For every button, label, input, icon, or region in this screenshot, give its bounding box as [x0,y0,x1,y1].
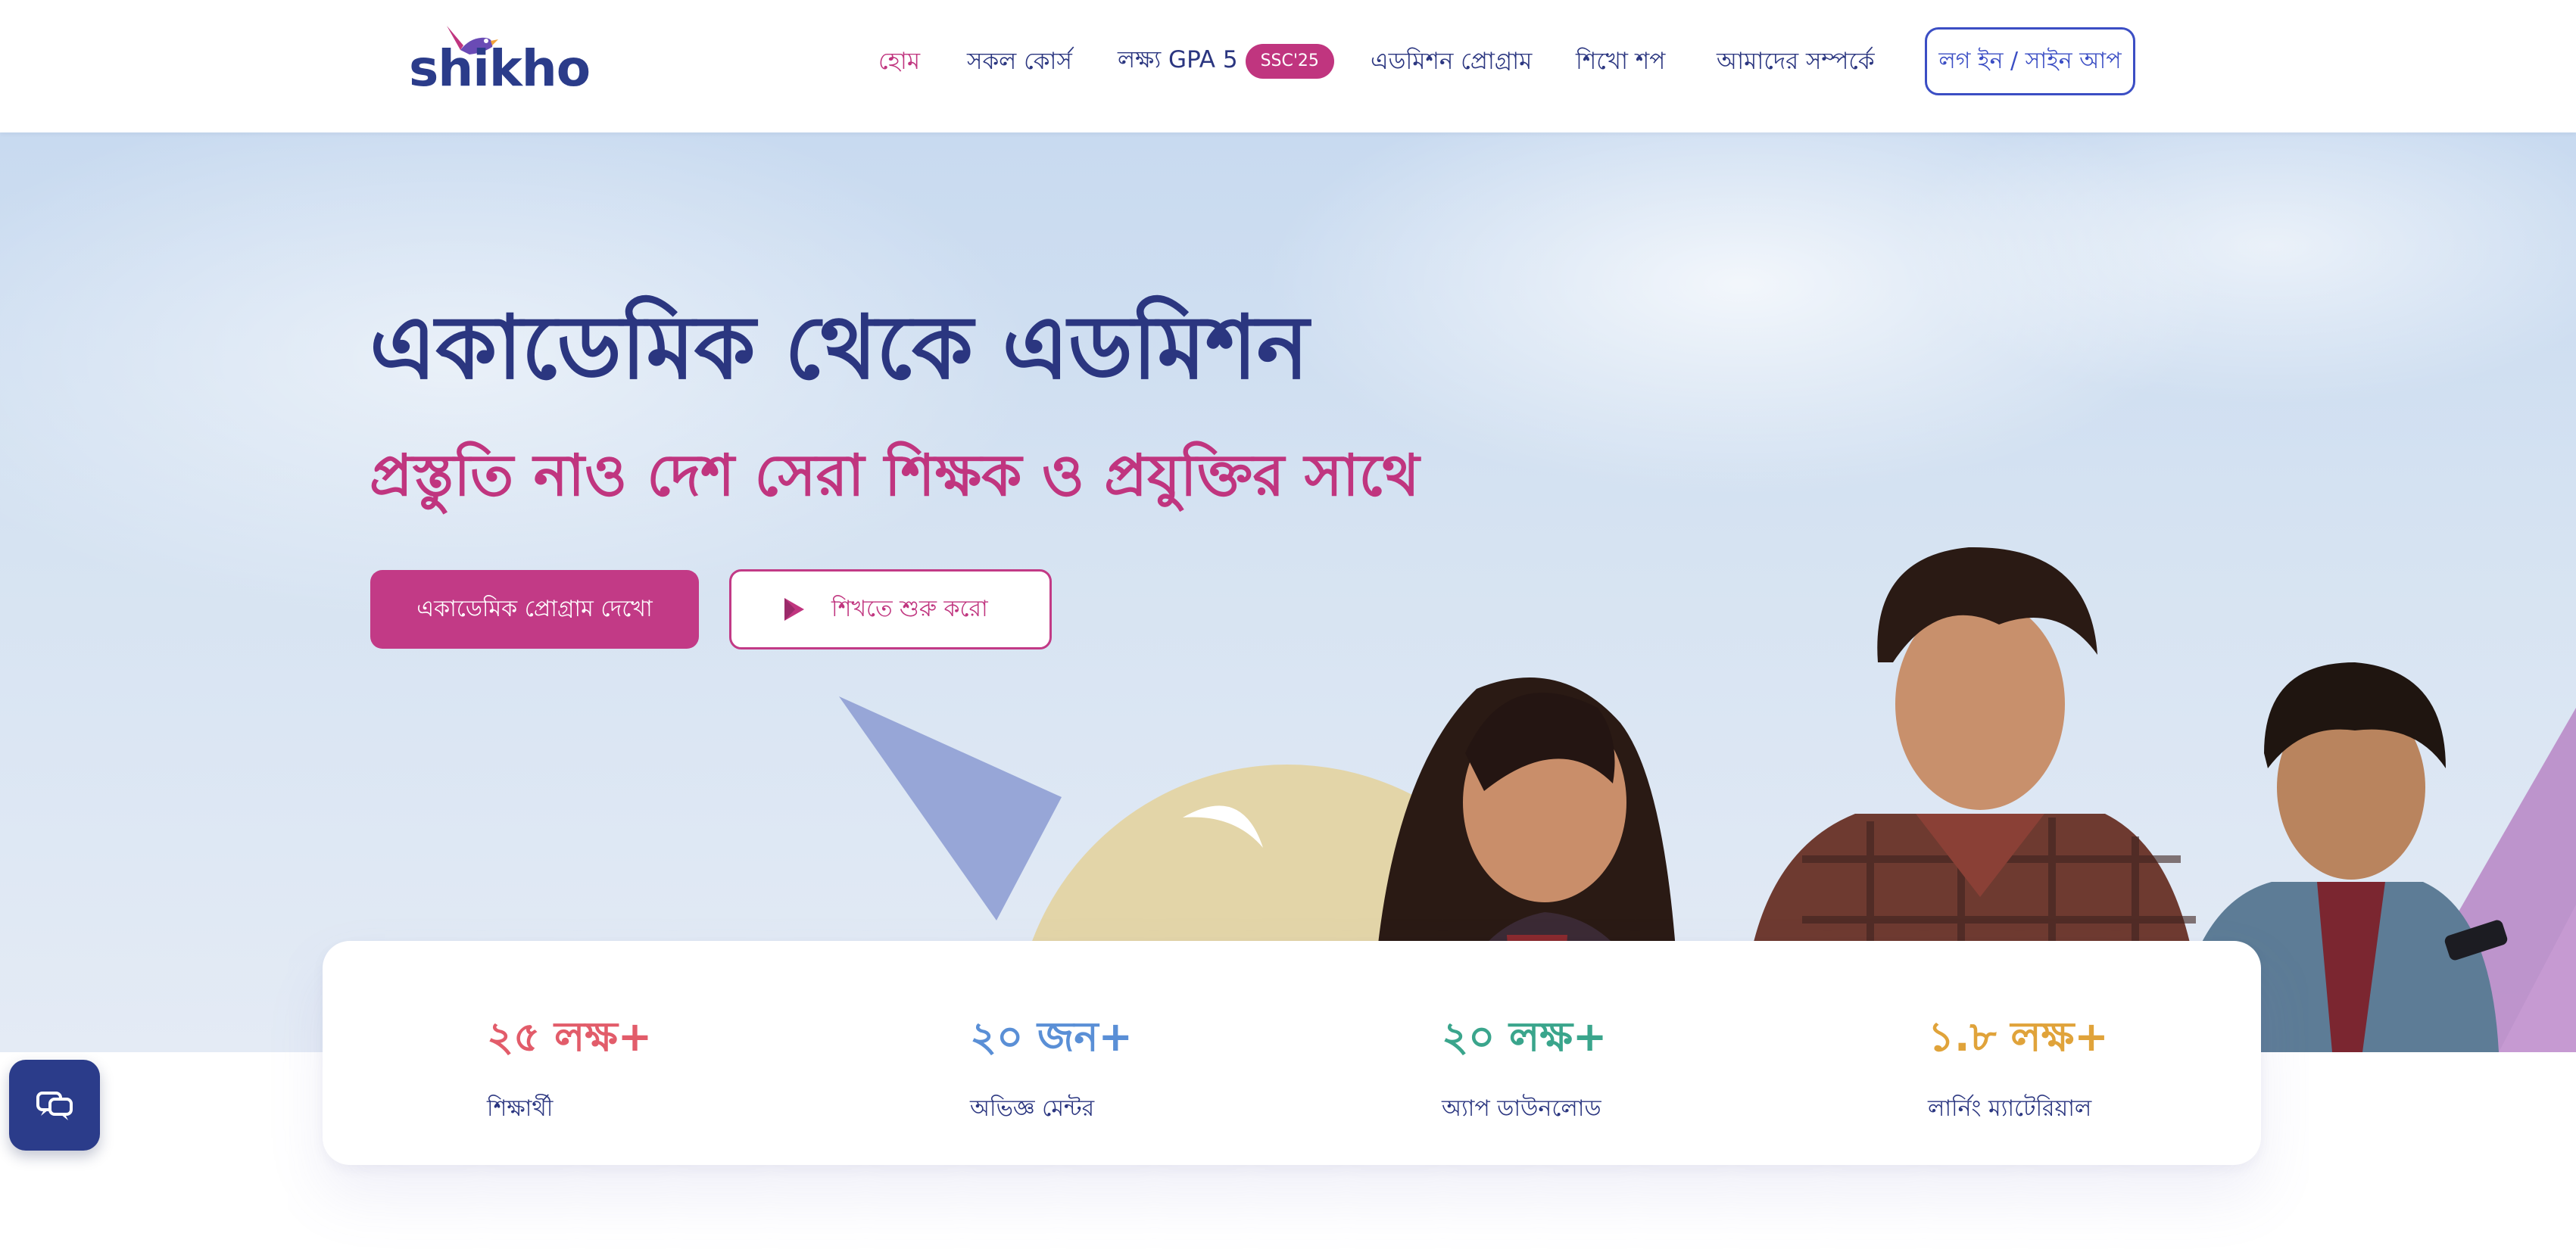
start-learning-label: শিখতে শুরু করো [831,595,988,622]
stat-app-downloads: ২০ লক্ষ+ অ্যাপ ডাউনলোড [1442,1005,1607,1129]
stat-value: ২০ লক্ষ+ [1442,1013,1608,1061]
stat-label: শিক্ষার্থী [487,1095,554,1122]
stat-label: লার্নিং ম্যাটেরিয়াল [1928,1095,2092,1122]
chat-icon [36,1092,73,1120]
stat-value: ২৫ লক্ষ+ [487,1013,653,1061]
stat-value: ২০ জন+ [970,1013,1133,1061]
nav-home[interactable]: হোম [878,42,920,80]
ssc-badge: SSC'25 [1245,44,1334,79]
chat-support-button[interactable] [9,1060,100,1151]
nav-admission-program[interactable]: এডমিশন প্রোগ্রাম [1371,42,1532,80]
nav-about-us[interactable]: আমাদের সম্পর্কে [1717,42,1875,80]
stat-students: ২৫ লক্ষ+ শিক্ষার্থী [487,1005,652,1129]
top-navbar: shikho হোম সকল কোর্স লক্ষ্য GPA 5 SSC'25… [0,0,2576,132]
start-learning-button[interactable]: শিখতে শুরু করো [729,569,1052,649]
logo-wordmark: shikho [409,39,591,98]
nav-shikho-shop[interactable]: শিখো শপ [1576,42,1665,80]
nav-gpa5[interactable]: লক্ষ্য GPA 5 SSC'25 [1118,42,1334,80]
hero-title: একাডেমিক থেকে এডমিশন [370,297,1309,399]
hero-subtitle: প্রস্তুতি নাও দেশ সেরা শিক্ষক ও প্রযুক্ত… [370,441,1420,509]
stat-label: অ্যাপ ডাউনলোড [1442,1095,1601,1122]
play-icon [784,598,804,621]
hero-section: একাডেমিক থেকে এডমিশন প্রস্তুতি নাও দেশ স… [0,132,2576,1052]
stat-learning-material: ১.৮ লক্ষ+ লার্নিং ম্যাটেরিয়াল [1928,1005,2109,1129]
stat-label: অভিজ্ঞ মেন্টর [970,1095,1095,1122]
login-signup-button[interactable]: লগ ইন / সাইন আপ [1925,27,2135,95]
nav-all-courses[interactable]: সকল কোর্স [967,42,1072,80]
stat-mentors: ২০ জন+ অভিজ্ঞ মেন্টর [970,1005,1133,1129]
shikho-logo[interactable]: shikho [409,23,591,98]
stats-card: ২৫ লক্ষ+ শিক্ষার্থী ২০ জন+ অভিজ্ঞ মেন্টর… [323,941,2261,1165]
academic-program-button[interactable]: একাডেমিক প্রোগ্রাম দেখো [370,570,699,649]
stat-value: ১.৮ লক্ষ+ [1928,1013,2109,1061]
blue-triangle-shape [839,696,1062,920]
nav-gpa5-label: লক্ষ্য GPA 5 [1118,46,1238,73]
